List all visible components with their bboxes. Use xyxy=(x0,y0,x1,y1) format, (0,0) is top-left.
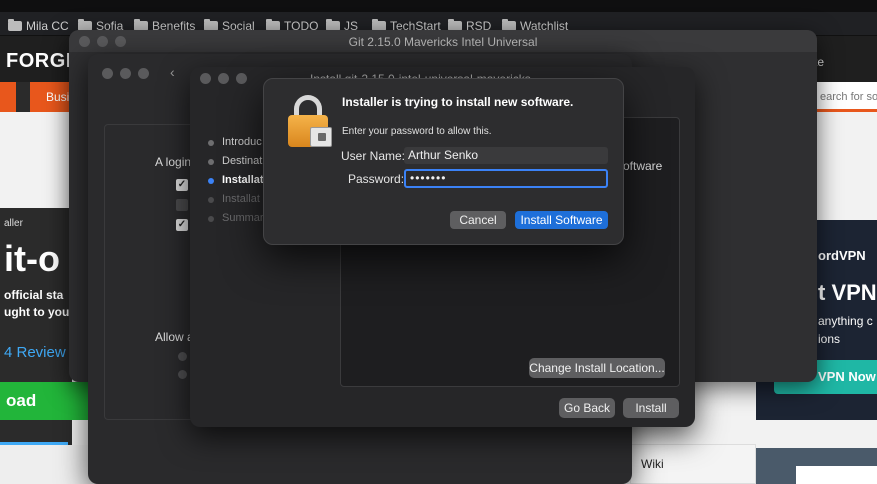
username-field[interactable]: Arthur Senko xyxy=(404,147,608,164)
zoom-icon[interactable] xyxy=(138,68,149,79)
window-controls xyxy=(102,68,149,79)
username-label: User Name: xyxy=(341,149,406,163)
hero-text-line: official sta xyxy=(4,288,64,302)
cancel-button[interactable]: Cancel xyxy=(450,211,506,229)
login-text: A login xyxy=(155,155,192,169)
ad-brand: ordVPN xyxy=(818,248,866,263)
ad-card xyxy=(796,466,877,484)
go-back-button[interactable]: Go Back xyxy=(559,398,615,418)
option-radio[interactable] xyxy=(178,352,187,361)
close-icon[interactable] xyxy=(102,68,113,79)
step-introduction: Introduc xyxy=(206,136,264,155)
lock-icon xyxy=(286,93,334,149)
bookmark-item[interactable]: Mila CC xyxy=(8,19,69,33)
content-text: oftware xyxy=(623,159,663,173)
download-button[interactable]: oad xyxy=(0,382,92,420)
ad-headline: t VPN xyxy=(818,280,877,305)
step-installation: Installat xyxy=(206,193,264,212)
allow-text: Allow a xyxy=(155,330,194,344)
option-checkbox[interactable] xyxy=(176,199,188,211)
install-button[interactable]: Install xyxy=(623,398,679,418)
step-dot-icon xyxy=(208,216,214,222)
step-dot-icon xyxy=(208,159,214,165)
wiki-link[interactable]: Wiki xyxy=(630,444,756,484)
install-software-button[interactable]: Install Software xyxy=(515,211,608,229)
step-summary: Summar xyxy=(206,212,264,231)
site-search-input[interactable]: earch for sof xyxy=(812,82,877,112)
option-radio[interactable] xyxy=(178,370,187,379)
change-install-location-button[interactable]: Change Install Location... xyxy=(529,358,665,378)
reviews-link[interactable]: 4 Review xyxy=(4,344,66,361)
step-dot-icon xyxy=(208,140,214,146)
hero-label: aller xyxy=(4,218,23,229)
minimize-icon[interactable] xyxy=(218,73,229,84)
step-destination: Destinat xyxy=(206,155,264,174)
window-controls xyxy=(200,73,247,84)
step-installation-type: Installat xyxy=(206,174,264,193)
minimize-icon[interactable] xyxy=(120,68,131,79)
ad-text: ions xyxy=(818,332,841,346)
folder-icon xyxy=(8,19,22,31)
site-nav-tab[interactable] xyxy=(0,82,16,112)
zoom-icon[interactable] xyxy=(236,73,247,84)
close-icon[interactable] xyxy=(200,73,211,84)
step-dot-icon xyxy=(208,178,214,184)
window-titlebar: Git 2.15.0 Mavericks Intel Universal xyxy=(69,30,817,52)
password-field[interactable]: ••••••• xyxy=(404,169,608,188)
auth-dialog: Installer is trying to install new softw… xyxy=(263,78,624,245)
installer-steps: Introduc Destinat Installat Installat Su… xyxy=(206,136,264,231)
ad-text: anything c xyxy=(818,314,873,328)
option-checkbox[interactable]: ✓ xyxy=(176,219,188,231)
password-label: Password: xyxy=(348,172,405,186)
window-title: Git 2.15.0 Mavericks Intel Universal xyxy=(348,35,538,49)
tab-strip xyxy=(0,0,877,12)
ad-block xyxy=(756,448,877,484)
option-checkbox[interactable]: ✓ xyxy=(176,179,188,191)
installer-badge-icon xyxy=(310,127,332,147)
hero-headline: it-o xyxy=(4,238,60,279)
chevron-left-icon[interactable]: ‹ xyxy=(170,64,175,80)
hero-text-line: ught to you xyxy=(4,305,70,319)
step-dot-icon xyxy=(208,197,214,203)
dialog-subtitle: Enter your password to allow this. xyxy=(342,126,492,137)
site-footer-block xyxy=(0,445,90,484)
dialog-title: Installer is trying to install new softw… xyxy=(342,95,574,109)
